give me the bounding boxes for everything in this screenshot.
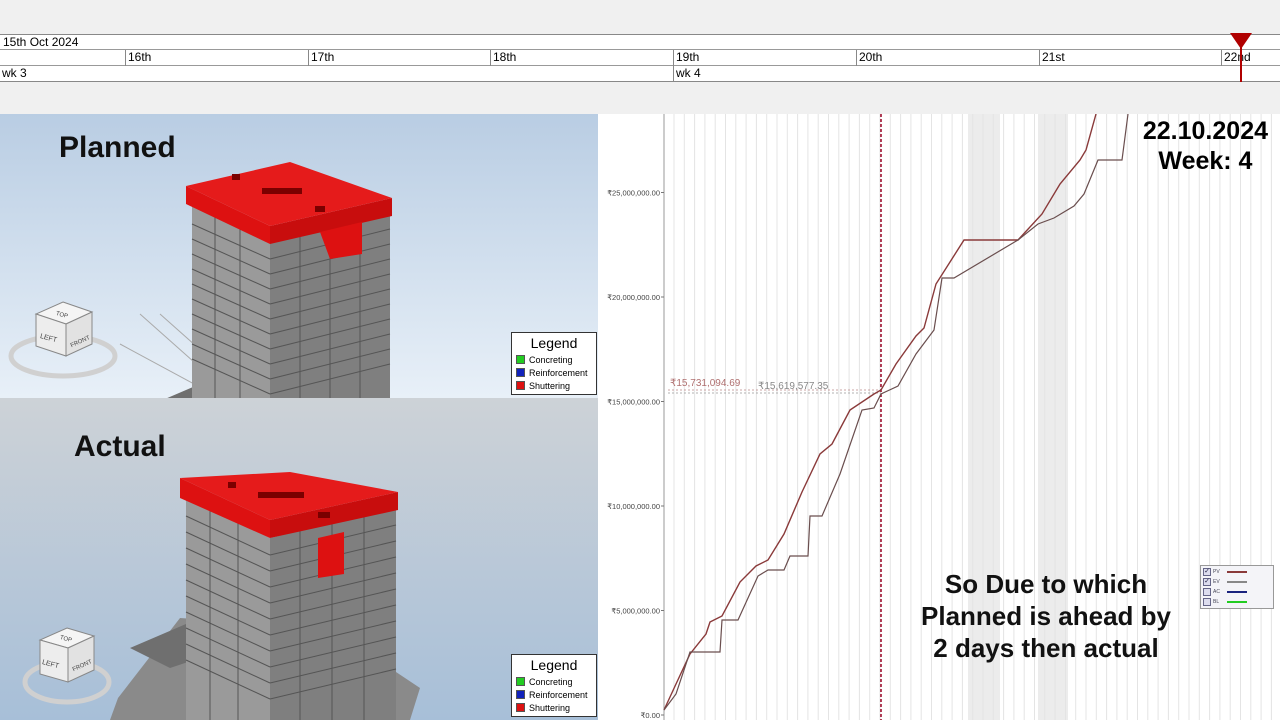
- toolbar-area: [0, 0, 1280, 34]
- chart-series-legend: ✓ PV ✓ EV AC BL: [1200, 565, 1274, 609]
- swatch-shuttering: [516, 381, 525, 390]
- view-cube[interactable]: TOP LEFT FRONT: [22, 620, 132, 710]
- legend-label: Shuttering: [529, 380, 571, 391]
- swatch-concreting: [516, 355, 525, 364]
- status-date-overlay: 22.10.2024 Week: 4: [1143, 116, 1268, 176]
- week-tick: wk 3: [2, 66, 27, 80]
- ac-checkbox[interactable]: [1203, 588, 1211, 596]
- y-tick-label: ₹20,000,000.00: [607, 293, 660, 302]
- legend-label: Reinforcement: [529, 689, 588, 700]
- day-tick: 22nd: [1221, 50, 1251, 66]
- legend-item: Reinforcement: [516, 688, 592, 701]
- legend-title: Legend: [530, 657, 578, 673]
- analysis-note: So Due to which Planned is ahead by 2 da…: [905, 568, 1187, 664]
- swatch-reinforcement: [516, 690, 525, 699]
- ev-value-label: ₹15,619,577.35: [758, 381, 829, 392]
- planned-3d-view[interactable]: Planned TOP LEFT FRONT Legend Concreting…: [0, 114, 598, 398]
- view-cube[interactable]: TOP LEFT FRONT: [8, 294, 118, 384]
- legend-item: Reinforcement: [516, 366, 592, 379]
- y-tick-label: ₹10,000,000.00: [607, 502, 660, 511]
- screen: { "timeline": { "date_label": "15th Oct …: [0, 0, 1280, 720]
- day-tick: 17th: [308, 50, 334, 66]
- y-tick-labels: ₹0.00 ₹5,000,000.00 ₹10,000,000.00 ₹15,000,…: [607, 189, 664, 720]
- day-tick: 16th: [125, 50, 151, 66]
- legend-label: AC: [1213, 589, 1220, 595]
- legend-row-ev[interactable]: ✓ EV: [1203, 577, 1247, 587]
- day-tick: 18th: [490, 50, 516, 66]
- pv-checkbox[interactable]: ✓: [1203, 568, 1211, 576]
- legend-swatch: [1227, 571, 1247, 573]
- day-tick: 19th: [673, 50, 699, 66]
- separator: [0, 82, 1280, 114]
- swatch-reinforcement: [516, 368, 525, 377]
- y-tick-label: ₹5,000,000.00: [611, 607, 660, 616]
- note-line: Planned is ahead by: [921, 601, 1171, 631]
- planned-legend: Legend Concreting Reinforcement Shutteri…: [511, 332, 597, 395]
- actual-3d-view[interactable]: Actual TOP LEFT FRONT Legend Concreting …: [0, 398, 598, 720]
- legend-label: Concreting: [529, 354, 573, 365]
- legend-label: BL: [1213, 599, 1220, 605]
- legend-row-ac[interactable]: AC: [1203, 587, 1247, 597]
- note-line: 2 days then actual: [933, 633, 1159, 663]
- y-tick-label: ₹15,000,000.00: [607, 398, 660, 407]
- day-tick: 20th: [856, 50, 882, 66]
- swatch-concreting: [516, 677, 525, 686]
- overlay-date: 22.10.2024: [1142, 117, 1268, 145]
- legend-row-bl[interactable]: BL: [1203, 597, 1247, 607]
- legend-label: Concreting: [529, 676, 573, 687]
- legend-swatch: [1227, 581, 1247, 583]
- timeline-date-label: 15th Oct 2024: [0, 35, 1280, 50]
- swatch-shuttering: [516, 703, 525, 712]
- legend-label: EV: [1213, 579, 1220, 585]
- legend-label: Reinforcement: [529, 367, 588, 378]
- current-date-marker-handle[interactable]: [1230, 33, 1252, 49]
- overlay-week: Week: 4: [1158, 147, 1253, 175]
- day-tick: 21st: [1039, 50, 1065, 66]
- ev-checkbox[interactable]: ✓: [1203, 578, 1211, 586]
- shuttering-corner: [318, 532, 344, 578]
- y-tick-label: ₹0.00: [641, 711, 660, 720]
- actual-legend: Legend Concreting Reinforcement Shutteri…: [511, 654, 597, 717]
- legend-title: Legend: [530, 335, 578, 351]
- legend-item: Concreting: [516, 353, 592, 366]
- timeline-weeks-row: wk 3 wk 4: [0, 66, 1280, 82]
- legend-row-pv[interactable]: ✓ PV: [1203, 567, 1247, 577]
- pv-value-label: ₹15,731,094.69: [670, 378, 741, 389]
- legend-label: Shuttering: [529, 702, 571, 713]
- legend-swatch: [1227, 591, 1247, 593]
- legend-label: PV: [1213, 569, 1220, 575]
- week-tick: wk 4: [673, 66, 701, 82]
- legend-item: Concreting: [516, 675, 592, 688]
- legend-swatch: [1227, 601, 1247, 603]
- legend-item: Shuttering: [516, 379, 592, 392]
- note-line: So Due to which: [944, 569, 1148, 599]
- legend-item: Shuttering: [516, 701, 592, 714]
- bl-checkbox[interactable]: [1203, 598, 1211, 606]
- y-tick-label: ₹25,000,000.00: [607, 189, 660, 198]
- timeline-days-row: 16th 17th 18th 19th 20th 21st 22nd: [0, 50, 1280, 66]
- timeline-ruler[interactable]: 15th Oct 2024 16th 17th 18th 19th 20th 2…: [0, 34, 1280, 82]
